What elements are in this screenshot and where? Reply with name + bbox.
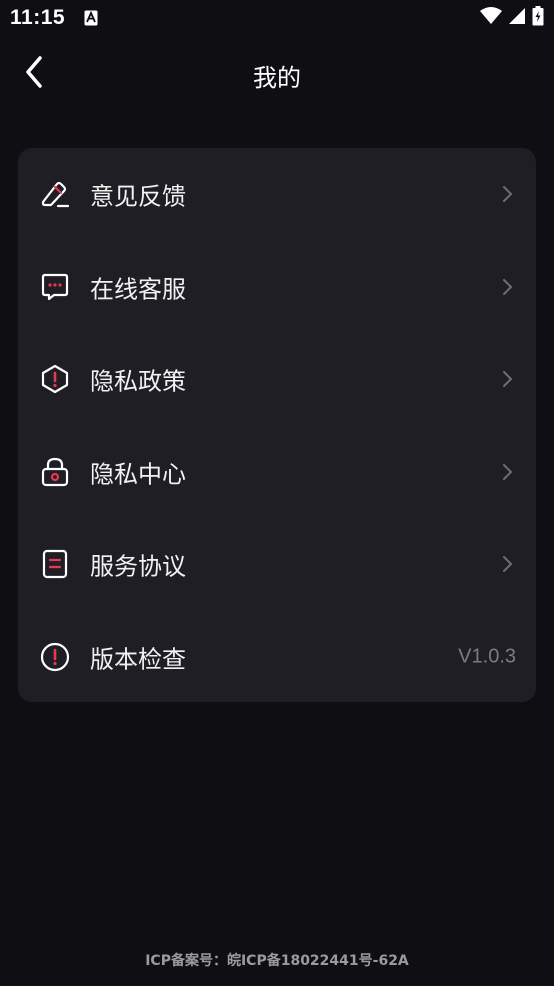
menu-item-version-check[interactable]: 版本检查 V1.0.3 <box>18 611 536 704</box>
menu-item-label: 服务协议 <box>90 552 186 581</box>
menu-card: 意见反馈 在线客服 隐私政策 隐私中心 服务协议 版本检查 V1.0.3 <box>18 148 536 702</box>
chevron-right-icon <box>500 463 514 481</box>
nav-bar: 我的 <box>0 38 554 110</box>
footer-icp: ICP备案号：皖ICP备18022441号-62A <box>145 953 409 969</box>
chevron-right-icon <box>500 278 514 296</box>
chevron-right-icon <box>500 370 514 388</box>
status-time: 11:15 <box>10 6 66 29</box>
edit-feedback-icon <box>38 177 72 211</box>
status-bar: 11:15 <box>0 0 554 38</box>
wifi-icon <box>480 7 502 29</box>
info-circle-icon <box>38 640 72 674</box>
menu-item-privacy-policy[interactable]: 隐私政策 <box>18 333 536 426</box>
menu-item-label: 在线客服 <box>90 275 186 304</box>
chat-bubble-icon <box>38 270 72 304</box>
battery-charging-icon <box>532 6 544 30</box>
menu-item-label: 隐私中心 <box>90 460 186 489</box>
document-icon <box>38 547 72 581</box>
page-title: 我的 <box>253 64 301 92</box>
menu-item-privacy-center[interactable]: 隐私中心 <box>18 426 536 519</box>
menu-item-label: 隐私政策 <box>90 367 186 396</box>
lock-icon <box>38 455 72 489</box>
menu-item-label: 意见反馈 <box>90 182 186 211</box>
menu-item-label: 版本检查 <box>90 645 186 674</box>
menu-item-service-agreement[interactable]: 服务协议 <box>18 518 536 611</box>
menu-item-online-service[interactable]: 在线客服 <box>18 241 536 334</box>
a-icon <box>84 10 98 26</box>
menu-item-feedback[interactable]: 意见反馈 <box>18 148 536 241</box>
signal-icon <box>508 7 526 29</box>
chevron-right-icon <box>500 555 514 573</box>
status-icons <box>480 6 544 30</box>
chevron-right-icon <box>500 185 514 203</box>
version-value: V1.0.3 <box>458 645 516 668</box>
shield-alert-icon <box>38 362 72 396</box>
